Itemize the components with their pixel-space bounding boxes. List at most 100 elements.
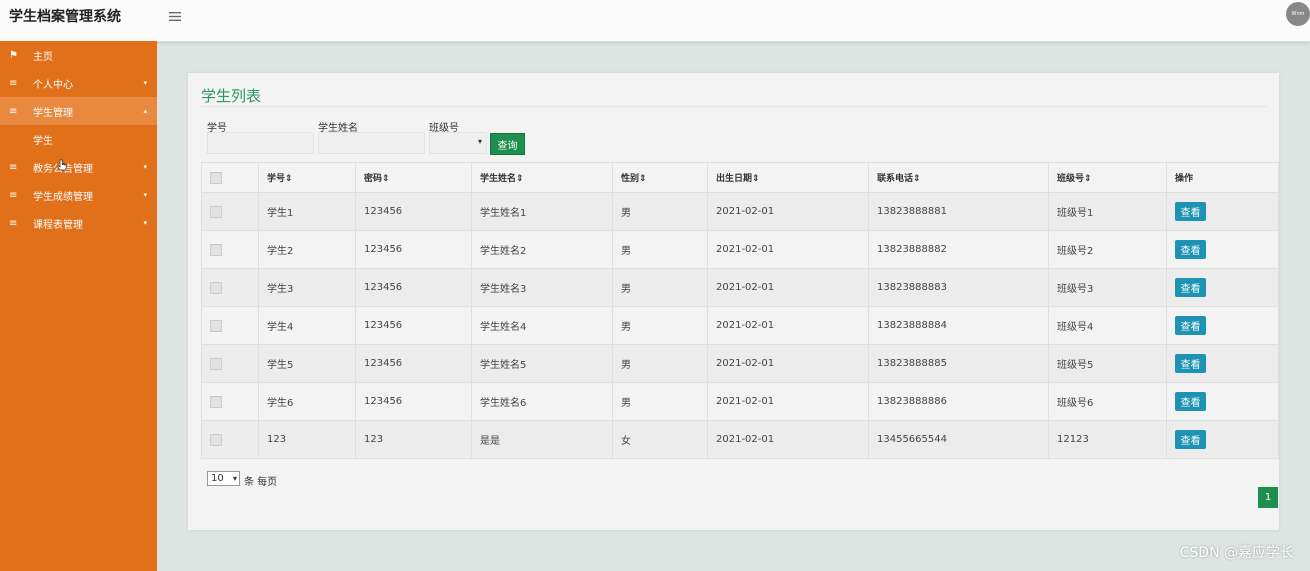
student-name-input[interactable]: [318, 132, 425, 154]
table-row: 123 123 是是女 2021-02-01 13455665544 12123 查看: [201, 420, 1279, 459]
flag-icon: ⚑: [9, 49, 18, 61]
column-header[interactable]: 密码⇕: [355, 162, 472, 193]
view-button[interactable]: 查看: [1175, 202, 1206, 221]
column-header[interactable]: 班级号⇕: [1048, 162, 1167, 193]
table-cell: 123456: [355, 382, 472, 421]
table-cell: 123456: [355, 268, 472, 307]
table-row: 学生2 123456 学生姓名2 男 2021-02-01 13823888882 班级号2…: [201, 230, 1279, 269]
row-checkbox[interactable]: [210, 205, 222, 218]
table-cell: 2021-02-01: [707, 230, 869, 269]
sidebar-item-grade-management[interactable]: ≡ 学生成绩管理 ▾: [0, 181, 157, 209]
table-row: 学生6 123456 学生姓名6 男 2021-02-01 13823888886 班级号6…: [201, 382, 1279, 421]
table-cell: 班级号2: [1048, 230, 1167, 269]
table-cell: 是是: [471, 420, 613, 459]
view-button[interactable]: 查看: [1175, 430, 1206, 449]
row-checkbox[interactable]: [210, 357, 222, 370]
chevron-down-icon: ▾: [143, 191, 147, 199]
chevron-down-icon: ▾: [143, 219, 147, 227]
table-cell: 13823888885: [868, 344, 1049, 383]
sidebar-item-student-management[interactable]: ≡ 学生管理 ▴: [0, 97, 157, 125]
sidebar-item-label: 课程表管理: [33, 219, 83, 231]
row-select-cell: [201, 230, 259, 269]
table-cell: 学生姓名1: [471, 192, 613, 231]
chevron-down-icon: ▾: [477, 137, 482, 146]
app-title: 学生档案管理系统: [9, 9, 121, 25]
row-checkbox[interactable]: [210, 319, 222, 332]
table-row: 学生3 123456 学生姓名3 男 2021-02-01 13823888883 班级号3…: [201, 268, 1279, 307]
table-cell: 123456: [355, 230, 472, 269]
sidebar-item-label: 学生成绩管理: [33, 191, 93, 203]
column-header[interactable]: 性别⇕: [612, 162, 708, 193]
table-row: 学生1 123456 学生姓名1 男 2021-02-01 13823888881 班级号1…: [201, 192, 1279, 231]
view-button[interactable]: 查看: [1175, 240, 1206, 259]
row-checkbox[interactable]: [210, 433, 222, 446]
row-select-cell: [201, 382, 259, 421]
sidebar-subitem-student[interactable]: 学生: [0, 125, 157, 153]
row-checkbox[interactable]: [210, 395, 222, 408]
table-cell: 学生姓名4: [471, 306, 613, 345]
view-button[interactable]: 查看: [1175, 278, 1206, 297]
select-all-header: [201, 162, 259, 193]
avatar[interactable]: Wnm: [1286, 2, 1310, 26]
mouse-cursor-icon: [57, 159, 67, 175]
table-cell: 123: [355, 420, 472, 459]
table-cell: 学生2: [258, 230, 356, 269]
table-cell: 2021-02-01: [707, 268, 869, 307]
row-select-cell: [201, 268, 259, 307]
sidebar-item-schedule-management[interactable]: ≡ 课程表管理 ▾: [0, 209, 157, 237]
table-cell: 班级号6: [1048, 382, 1167, 421]
table-cell: 学生姓名2: [471, 230, 613, 269]
page-button-current[interactable]: 1: [1258, 487, 1278, 508]
row-checkbox[interactable]: [210, 243, 222, 256]
table-cell: 男: [612, 382, 708, 421]
action-cell: 查看: [1166, 382, 1279, 421]
column-header[interactable]: 学生姓名⇕: [471, 162, 613, 193]
table-cell: 学生6: [258, 382, 356, 421]
list-icon: ≡: [9, 161, 18, 173]
table-cell: 学生4: [258, 306, 356, 345]
table-cell: 123456: [355, 192, 472, 231]
select-all-checkbox[interactable]: [210, 171, 222, 184]
column-header[interactable]: 学号⇕: [258, 162, 356, 193]
per-page-label: 条 每页: [244, 477, 278, 488]
table-cell: 班级号4: [1048, 306, 1167, 345]
row-checkbox[interactable]: [210, 281, 222, 294]
hamburger-icon[interactable]: [169, 10, 181, 25]
table-cell: 学生5: [258, 344, 356, 383]
table-cell: 女: [612, 420, 708, 459]
sidebar-item-personal-center[interactable]: ≡ 个人中心 ▾: [0, 69, 157, 97]
student-no-input[interactable]: [207, 132, 314, 154]
column-header[interactable]: 出生日期⇕: [707, 162, 869, 193]
action-cell: 查看: [1166, 192, 1279, 231]
student-table: 学号⇕ 密码⇕ 学生姓名⇕ 性别⇕ 出生日期⇕ 联系电话⇕ 班级号⇕ 操作 学生…: [201, 162, 1279, 459]
table-cell: 学生姓名5: [471, 344, 613, 383]
top-bar: 学生档案管理系统 Wnm: [0, 0, 1310, 42]
table-cell: 男: [612, 306, 708, 345]
table-cell: 2021-02-01: [707, 192, 869, 231]
class-no-select[interactable]: ▾: [429, 132, 487, 154]
table-cell: 13823888881: [868, 192, 1049, 231]
row-select-cell: [201, 344, 259, 383]
view-button[interactable]: 查看: [1175, 392, 1206, 411]
sidebar-item-home[interactable]: ⚑ 主页: [0, 41, 157, 69]
title-divider: [201, 106, 1267, 107]
table-cell: 13455665544: [868, 420, 1049, 459]
table-cell: 男: [612, 268, 708, 307]
sidebar: ⚑ 主页 ≡ 个人中心 ▾ ≡ 学生管理 ▴ 学生 ≡ 教务公告管理 ▾ ≡ 学…: [0, 41, 157, 571]
table-cell: 学生姓名3: [471, 268, 613, 307]
view-button[interactable]: 查看: [1175, 354, 1206, 373]
table-row: 学生4 123456 学生姓名4 男 2021-02-01 13823888884 班级号4…: [201, 306, 1279, 345]
page-size-select[interactable]: 10 ▾: [207, 471, 240, 486]
row-select-cell: [201, 306, 259, 345]
list-icon: ≡: [9, 189, 18, 201]
table-row: 学生5 123456 学生姓名5 男 2021-02-01 13823888885 班级号5…: [201, 344, 1279, 383]
column-header[interactable]: 联系电话⇕: [868, 162, 1049, 193]
view-button[interactable]: 查看: [1175, 316, 1206, 335]
sidebar-item-announcement-management[interactable]: ≡ 教务公告管理 ▾: [0, 153, 157, 181]
sidebar-item-label: 主页: [33, 51, 53, 63]
query-button[interactable]: 查询: [490, 133, 525, 155]
page-title: 学生列表: [201, 87, 262, 105]
row-select-cell: [201, 420, 259, 459]
table-cell: 2021-02-01: [707, 344, 869, 383]
table-cell: 学生姓名6: [471, 382, 613, 421]
